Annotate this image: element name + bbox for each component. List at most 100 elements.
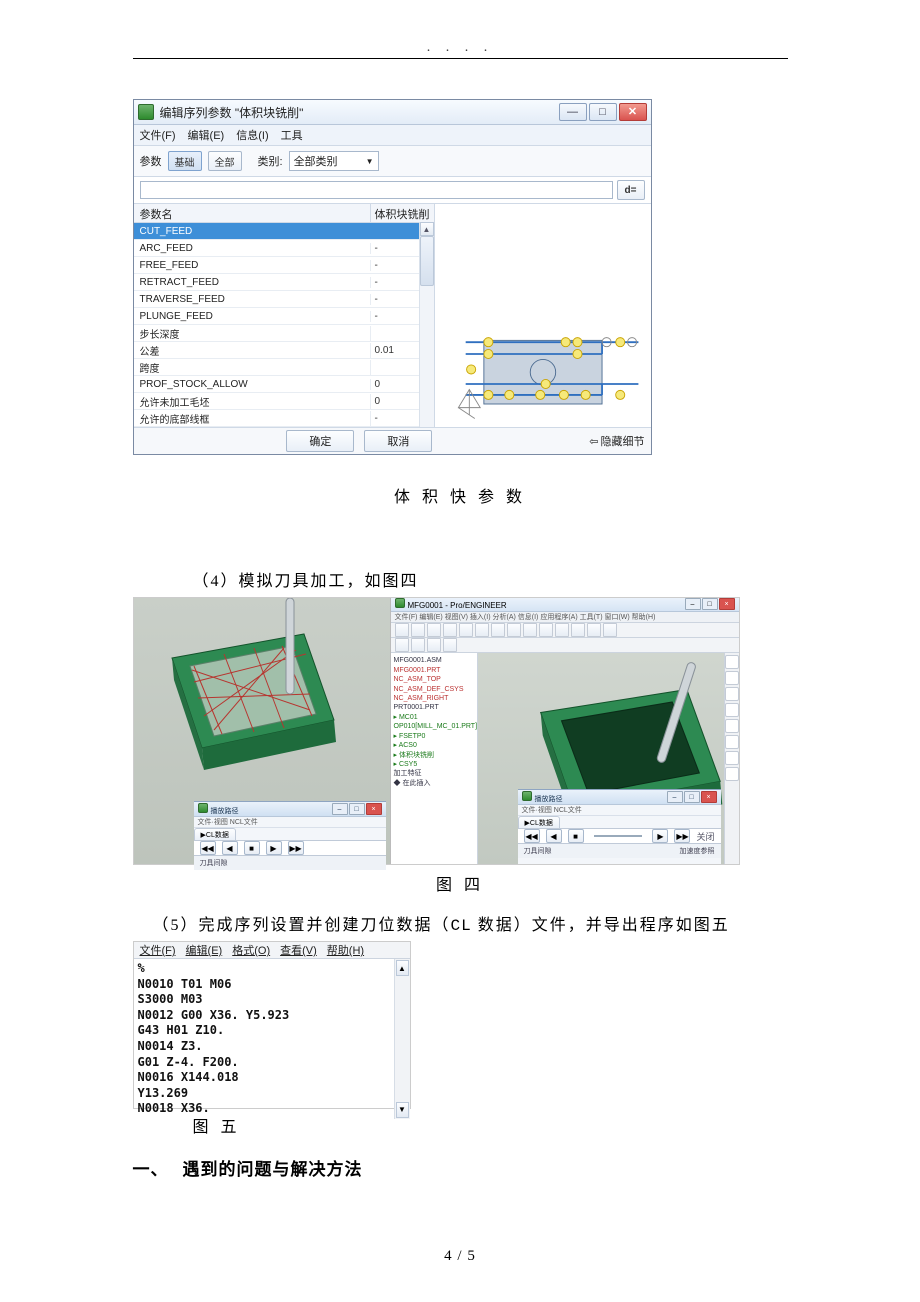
tree-item[interactable]: NC_ASM_TOP bbox=[394, 675, 474, 684]
tree-item[interactable]: PRT0001.PRT bbox=[394, 703, 474, 712]
tool-icon[interactable] bbox=[725, 703, 739, 717]
fwd-button[interactable]: ▶▶ bbox=[674, 829, 690, 843]
menu-help[interactable]: 帮助(H) bbox=[327, 942, 364, 958]
table-row[interactable]: TRAVERSE_FEED- bbox=[134, 291, 434, 308]
tree-item[interactable]: ▸ FSETP0 bbox=[394, 732, 474, 741]
maximize-icon[interactable]: □ bbox=[702, 598, 718, 610]
play-button[interactable]: ▶ bbox=[266, 841, 282, 855]
tree-item[interactable]: 加工特征 bbox=[394, 769, 474, 778]
tool-icon[interactable] bbox=[395, 623, 409, 637]
tool-icon[interactable] bbox=[725, 671, 739, 685]
stop-button[interactable]: ■ bbox=[244, 841, 260, 855]
category-select[interactable]: 全部类别 ▼ bbox=[289, 151, 379, 171]
d-equals-button[interactable]: d= bbox=[617, 180, 645, 200]
scroll-thumb[interactable] bbox=[420, 236, 434, 286]
play-button[interactable]: ▶ bbox=[652, 829, 668, 843]
dialog-titlebar[interactable]: 编辑序列参数 "体积块铣削" — □ ✕ bbox=[134, 100, 651, 125]
menu-info[interactable]: 信息(I) bbox=[236, 127, 268, 143]
play-title[interactable]: 播放路径 –□× bbox=[194, 802, 386, 817]
tree-item[interactable]: ▸ MC01 bbox=[394, 713, 474, 722]
close-label[interactable]: 关闭 bbox=[696, 830, 714, 843]
scroll-up-icon[interactable]: ▲ bbox=[396, 960, 409, 976]
tool-icon[interactable] bbox=[395, 638, 409, 652]
fwd-button[interactable]: ▶▶ bbox=[288, 841, 304, 855]
prev-button[interactable]: ◀◀ bbox=[524, 829, 540, 843]
table-row[interactable]: ARC_FEED- bbox=[134, 240, 434, 257]
tool-icon[interactable] bbox=[725, 767, 739, 781]
tree-item[interactable]: OP010[MILL_MC_01.PRT] bbox=[394, 722, 474, 731]
close-icon[interactable]: × bbox=[701, 791, 717, 803]
maximize-button[interactable]: □ bbox=[589, 103, 617, 121]
table-row[interactable]: 允许未加工毛坯0 bbox=[134, 393, 434, 410]
table-row[interactable]: 公差0.01 bbox=[134, 342, 434, 359]
tool-icon[interactable] bbox=[603, 623, 617, 637]
tree-item[interactable]: NC_ASM_DEF_CSYS bbox=[394, 685, 474, 694]
tree-item[interactable]: MFG0001.ASM bbox=[394, 656, 474, 665]
tool-icon[interactable] bbox=[725, 655, 739, 669]
scroll-up-icon[interactable]: ▲ bbox=[420, 222, 434, 236]
search-input[interactable] bbox=[140, 181, 613, 199]
table-row[interactable]: 步长深度 bbox=[134, 325, 434, 342]
menu-file[interactable]: 文件(F) bbox=[140, 127, 176, 143]
tab-cldata[interactable]: ▶ CL数据 bbox=[518, 816, 560, 828]
close-icon[interactable]: × bbox=[719, 598, 735, 610]
minimize-icon[interactable]: – bbox=[685, 598, 701, 610]
tool-icon[interactable] bbox=[443, 638, 457, 652]
minimize-button[interactable]: — bbox=[559, 103, 587, 121]
tab-cldata[interactable]: ▶ CL数据 bbox=[194, 828, 236, 840]
menu-edit[interactable]: 编辑(E) bbox=[186, 942, 223, 958]
cancel-button[interactable]: 取消 bbox=[364, 430, 432, 452]
back-button[interactable]: ◀ bbox=[546, 829, 562, 843]
scroll-down-icon[interactable]: ▼ bbox=[396, 1102, 409, 1118]
maximize-icon[interactable]: □ bbox=[684, 791, 700, 803]
menu-file[interactable]: 文件(F) bbox=[140, 942, 176, 958]
tool-icon[interactable] bbox=[459, 623, 473, 637]
table-row[interactable]: FREE_FEED- bbox=[134, 257, 434, 274]
hide-detail-toggle[interactable]: ⇦ 隐藏细节 bbox=[589, 433, 644, 449]
minimize-icon[interactable]: – bbox=[667, 791, 683, 803]
tool-icon[interactable] bbox=[571, 623, 585, 637]
tool-icon[interactable] bbox=[523, 623, 537, 637]
table-scrollbar[interactable]: ▲ bbox=[419, 222, 434, 427]
tree-item[interactable]: NC_ASM_RIGHT bbox=[394, 694, 474, 703]
table-row[interactable]: 允许的底部线框- bbox=[134, 410, 434, 427]
close-button[interactable]: ✕ bbox=[619, 103, 647, 121]
tool-icon[interactable] bbox=[507, 623, 521, 637]
menu-view[interactable]: 查看(V) bbox=[280, 942, 317, 958]
tool-icon[interactable] bbox=[411, 623, 425, 637]
menu-format[interactable]: 格式(O) bbox=[232, 942, 270, 958]
tool-icon[interactable] bbox=[539, 623, 553, 637]
tree-item[interactable]: MFG0001.PRT bbox=[394, 666, 474, 675]
tool-icon[interactable] bbox=[555, 623, 569, 637]
tool-icon[interactable] bbox=[587, 623, 601, 637]
tool-icon[interactable] bbox=[725, 687, 739, 701]
tool-icon[interactable] bbox=[411, 638, 425, 652]
tree-item[interactable]: ◆ 在此插入 bbox=[394, 779, 474, 788]
tool-icon[interactable] bbox=[725, 735, 739, 749]
play-title[interactable]: 播放路径 –□× bbox=[518, 790, 721, 805]
btn-basic[interactable]: 基础 bbox=[168, 151, 202, 171]
ok-button[interactable]: 确定 bbox=[286, 430, 354, 452]
tool-icon[interactable] bbox=[725, 751, 739, 765]
tree-item[interactable]: ▸ CSY5 bbox=[394, 760, 474, 769]
prev-button[interactable]: ◀◀ bbox=[200, 841, 216, 855]
proe-menubar[interactable]: 文件(F) 编辑(E) 视图(V) 插入(I) 分析(A) 信息(I) 应用程序… bbox=[391, 612, 739, 623]
tree-item[interactable]: ▸ ACS0 bbox=[394, 741, 474, 750]
tool-icon[interactable] bbox=[443, 623, 457, 637]
proe-titlebar[interactable]: MFG0001 - Pro/ENGINEER –□× bbox=[391, 598, 739, 612]
tree-item[interactable]: ▸ 体积块铣削 bbox=[394, 751, 474, 760]
tool-icon[interactable] bbox=[725, 719, 739, 733]
proe-3d-view[interactable]: 播放路径 –□× 文件·视图 NCL文件 ▶ CL数据 ◀◀ ◀ ■ ▶ bbox=[478, 653, 739, 864]
tool-icon[interactable] bbox=[427, 623, 441, 637]
minimize-icon[interactable]: – bbox=[332, 803, 348, 815]
gcode-text[interactable]: % N0010 T01 M06 S3000 M03 N0012 G00 X36.… bbox=[134, 959, 394, 1119]
tool-icon[interactable] bbox=[491, 623, 505, 637]
maximize-icon[interactable]: □ bbox=[349, 803, 365, 815]
tool-icon[interactable] bbox=[475, 623, 489, 637]
btn-all[interactable]: 全部 bbox=[208, 151, 242, 171]
table-row[interactable]: 跨度 bbox=[134, 359, 434, 376]
fig5-scrollbar[interactable]: ▲ ▼ bbox=[394, 959, 410, 1119]
close-icon[interactable]: × bbox=[366, 803, 382, 815]
menu-tools[interactable]: 工具 bbox=[281, 127, 303, 143]
model-tree[interactable]: MFG0001.ASM MFG0001.PRT NC_ASM_TOP NC_AS… bbox=[391, 653, 478, 864]
